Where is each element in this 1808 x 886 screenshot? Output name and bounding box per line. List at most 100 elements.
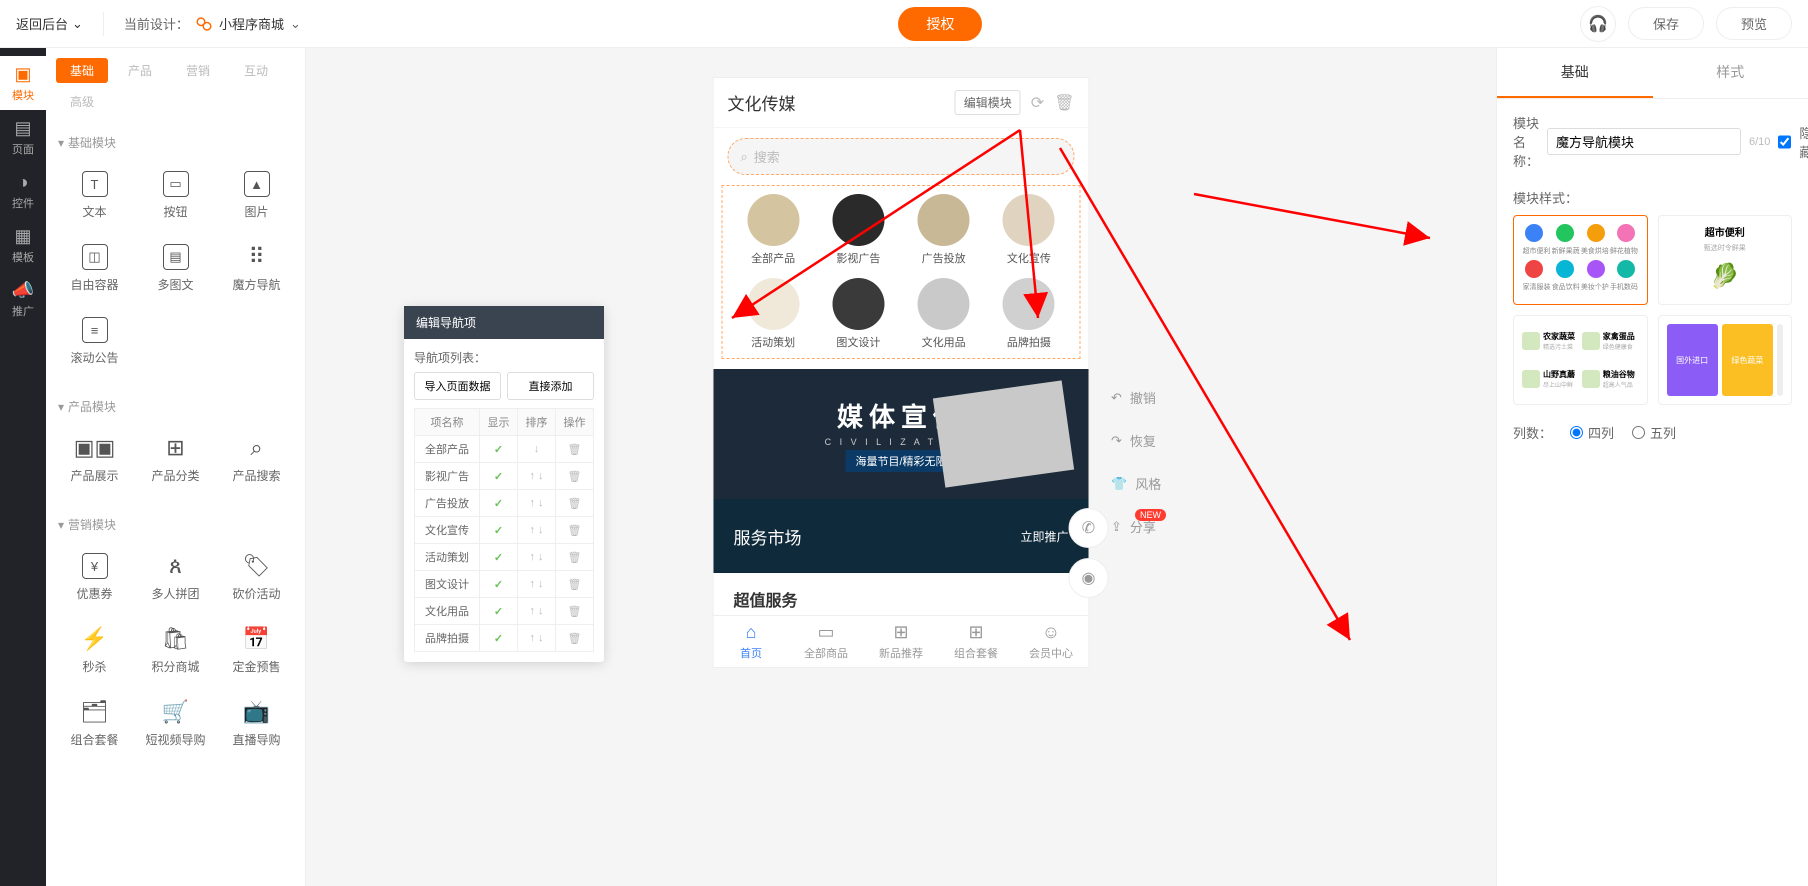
mod-group-buy[interactable]: ጰ多人拼团 xyxy=(137,543,214,612)
mod-product-display[interactable]: ▣▣产品展示 xyxy=(56,425,133,494)
undo-button[interactable]: ↶撤销 xyxy=(1111,388,1161,407)
mod-image[interactable]: ▲图片 xyxy=(218,161,295,230)
nav-grid[interactable]: 全部产品 影视广告 广告投放 文化宣传 活动策划 图文设计 文化用品 品牌拍摄 xyxy=(722,185,1081,359)
nav-item[interactable]: 广告投放 xyxy=(901,194,986,266)
current-design[interactable]: 当前设计： 小程序商城 ⌄ xyxy=(124,14,301,33)
banner-media[interactable]: 媒体宣传 C I V I L I Z A T I O N 海量节目/精彩无限 xyxy=(714,369,1089,499)
nav-item[interactable]: 品牌拍摄 xyxy=(986,278,1071,350)
design-name: 小程序商城 xyxy=(219,14,284,33)
section-product-title: ▾ 产品模块 xyxy=(46,388,305,421)
mod-flash-sale[interactable]: ⚡秒杀 xyxy=(56,616,133,685)
module-tabs: 基础 产品 营销 互动 高级 xyxy=(46,48,305,124)
nav-editor-table: 项名称 显示 排序 操作 全部产品✓ ↓🗑影视广告✓↑ ↓🗑广告投放✓↑ ↓🗑文… xyxy=(414,408,594,652)
table-row: 全部产品✓ ↓🗑 xyxy=(415,436,594,463)
rail-controls[interactable]: ◑控件 xyxy=(0,164,46,218)
cols5-radio[interactable]: 五列 xyxy=(1632,423,1676,442)
rail-templates[interactable]: ▦模板 xyxy=(0,218,46,272)
mod-multi-image[interactable]: ▤多图文 xyxy=(137,234,214,303)
style-option-list[interactable]: 农家蔬菜精选污土菜家禽蛋品绿色健康食山野真蘑尽上山中鲜粮油谷物超高人气品 xyxy=(1513,315,1648,405)
mod-magic-nav[interactable]: ⠿魔方导航 xyxy=(218,234,295,303)
mod-bargain[interactable]: 🏷砍价活动 xyxy=(218,543,295,612)
mtab-basic[interactable]: 基础 xyxy=(56,58,108,83)
banner-value: 超值服务 xyxy=(714,573,1089,615)
nav-item[interactable]: 活动策划 xyxy=(731,278,816,350)
tab-home[interactable]: ⌂首页 xyxy=(714,616,789,667)
controls-icon: ◑ xyxy=(18,172,29,193)
style-option-icons[interactable]: 超市便利新鲜果蔬美食烘培鲜花植物 家清服装食品饮料美妆个护手机数码 xyxy=(1513,215,1648,305)
cols-label: 列数： xyxy=(1513,423,1552,442)
nav-item[interactable]: 图文设计 xyxy=(816,278,901,350)
mod-short-video[interactable]: 🛒短视频导购 xyxy=(137,689,214,758)
megaphone-icon: 📣 xyxy=(12,280,34,301)
mod-product-search[interactable]: ⌕产品搜索 xyxy=(218,425,295,494)
authorize-button[interactable]: 授权 xyxy=(898,7,982,41)
mod-text[interactable]: T文本 xyxy=(56,161,133,230)
user-icon: ☺ xyxy=(1042,622,1060,643)
banner-service[interactable]: 服务市场立即推广 xyxy=(714,499,1089,573)
refresh-icon[interactable]: ⟳ xyxy=(1031,93,1044,113)
table-row: 品牌拍摄✓↑ ↓🗑 xyxy=(415,625,594,652)
mod-coupon[interactable]: ¥优惠券 xyxy=(56,543,133,612)
back-link[interactable]: 返回后台 ⌄ xyxy=(16,14,83,33)
rp-tab-basic[interactable]: 基础 xyxy=(1497,48,1653,98)
add-direct-button[interactable]: 直接添加 xyxy=(507,372,594,400)
mod-deposit-presale[interactable]: 📅定金预售 xyxy=(218,616,295,685)
style-option-tiles[interactable]: 国外进口 绿色蔬菜 xyxy=(1658,315,1793,405)
tab-combo[interactable]: ⊞组合套餐 xyxy=(939,616,1014,667)
style-option-card[interactable]: 超市便利 甄选时令鲜果 🥬 xyxy=(1658,215,1793,305)
rail-promote[interactable]: 📣推广 xyxy=(0,272,46,326)
mod-product-category[interactable]: ⊞产品分类 xyxy=(137,425,214,494)
mtab-product[interactable]: 产品 xyxy=(114,58,166,83)
mtab-marketing[interactable]: 营销 xyxy=(172,58,224,83)
nav-item[interactable]: 影视广告 xyxy=(816,194,901,266)
rp-tab-style[interactable]: 样式 xyxy=(1653,48,1808,98)
mod-points-mall[interactable]: 🛍积分商城 xyxy=(137,616,214,685)
section-marketing-title: ▾ 营销模块 xyxy=(46,506,305,539)
import-page-data-button[interactable]: 导入页面数据 xyxy=(414,372,501,400)
tab-new[interactable]: ⊞新品推荐 xyxy=(864,616,939,667)
mtab-interact[interactable]: 互动 xyxy=(230,58,282,83)
mod-combo[interactable]: 🗂组合套餐 xyxy=(56,689,133,758)
preview-search[interactable]: ⌕搜索 xyxy=(728,138,1075,175)
style-button[interactable]: 👕风格 xyxy=(1111,474,1161,493)
nav-editor-popup: 编辑导航项 导航项列表： 导入页面数据 直接添加 项名称 显示 排序 操作 全部… xyxy=(404,306,604,662)
nav-item[interactable]: 文化宣传 xyxy=(986,194,1071,266)
tab-all[interactable]: ▭全部商品 xyxy=(789,616,864,667)
mod-scroll-notice[interactable]: ≡滚动公告 xyxy=(56,307,133,376)
share-icon: ⇪ xyxy=(1111,519,1122,535)
redo-button[interactable]: ↷恢复 xyxy=(1111,431,1161,450)
table-row: 广告投放✓↑ ↓🗑 xyxy=(415,490,594,517)
templates-icon: ▦ xyxy=(14,226,31,247)
save-button[interactable]: 保存 xyxy=(1628,7,1704,40)
mod-live-shopping[interactable]: 📺直播导购 xyxy=(218,689,295,758)
rail-modules[interactable]: ▣模块 xyxy=(0,56,46,110)
cols4-radio[interactable]: 四列 xyxy=(1570,423,1614,442)
th-sort: 排序 xyxy=(517,409,555,436)
left-rail: ▣模块 ▤页面 ◑控件 ▦模板 📣推广 xyxy=(0,48,46,886)
nav-item[interactable]: 文化用品 xyxy=(901,278,986,350)
preview-button[interactable]: 预览 xyxy=(1716,7,1792,40)
phone-float[interactable]: ✆ xyxy=(1069,508,1109,548)
hide-checkbox[interactable] xyxy=(1778,135,1791,149)
delete-icon[interactable]: 🗑 xyxy=(1054,93,1074,113)
mod-button[interactable]: ▭按钮 xyxy=(137,161,214,230)
divider xyxy=(103,12,104,36)
undo-icon: ↶ xyxy=(1111,390,1122,406)
nav-item[interactable]: 全部产品 xyxy=(731,194,816,266)
promote-link[interactable]: 立即推广 xyxy=(1020,528,1068,545)
tabbar: ⌂首页 ▭全部商品 ⊞新品推荐 ⊞组合套餐 ☺会员中心 xyxy=(714,615,1089,667)
wechat-float[interactable]: ◉ xyxy=(1069,558,1109,598)
canvas: 文化传媒 编辑模块 ⟳ 🗑 ⌕搜索 全部产品 影视广告 广告投放 文化宣传 活动… xyxy=(306,48,1496,886)
current-design-label: 当前设计： xyxy=(124,14,189,33)
support-button[interactable]: 🎧 xyxy=(1580,6,1616,42)
rail-pages[interactable]: ▤页面 xyxy=(0,110,46,164)
module-name-input[interactable] xyxy=(1547,128,1741,155)
share-button[interactable]: ⇪分享NEW xyxy=(1111,517,1161,536)
mod-free-container[interactable]: ◫自由容器 xyxy=(56,234,133,303)
mtab-advanced[interactable]: 高级 xyxy=(56,89,108,114)
th-show: 显示 xyxy=(479,409,517,436)
grid-icon: ⊞ xyxy=(893,622,908,643)
edit-module-button[interactable]: 编辑模块 xyxy=(955,90,1021,115)
nav-list-label: 导航项列表： xyxy=(414,349,594,366)
tab-member[interactable]: ☺会员中心 xyxy=(1014,616,1089,667)
